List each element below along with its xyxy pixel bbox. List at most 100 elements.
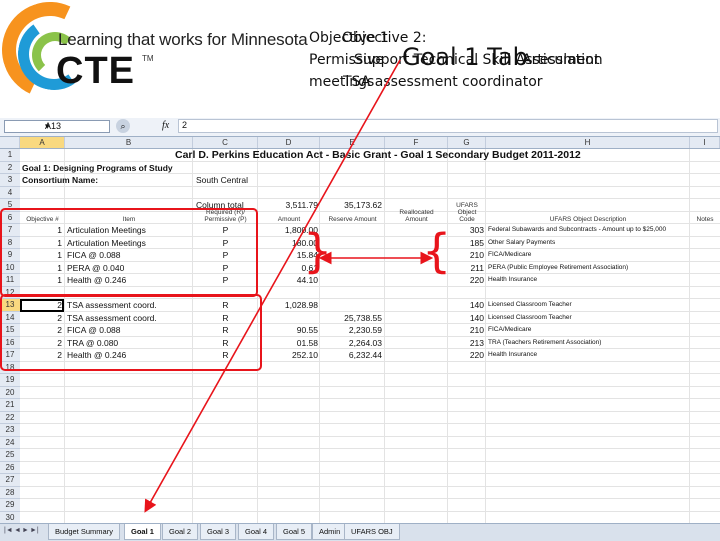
name-box[interactable]: A13 ▾ xyxy=(4,120,110,133)
goal-heading: Goal 1: Designing Programs of Study xyxy=(22,162,173,173)
sheet-tab-bar: |◄ ◄ ► ►| Budget Summary Goal 1 Goal 2 Goal 3 Go… xyxy=(0,523,720,541)
cell-reserve-amount: 2,230.59 xyxy=(348,325,382,335)
sheet-tab-budget-summary[interactable]: Budget Summary xyxy=(48,524,120,540)
column-header-h[interactable]: H xyxy=(486,137,690,148)
cte-logo: Learning that works for Minnesota CTE TM xyxy=(0,0,308,112)
brace-right: } xyxy=(303,224,333,278)
cell-ufars-description: PERA (Public Employee Retirement Associa… xyxy=(488,263,629,271)
cell-ufars-description: Licensed Classroom Teacher xyxy=(488,313,572,321)
cell-amount: 01.58 xyxy=(296,337,318,348)
formula-input[interactable]: 2 xyxy=(178,119,718,133)
row-header-28[interactable]: 28 xyxy=(0,486,20,499)
gridline xyxy=(20,385,720,387)
cell-ufars-code: 211 xyxy=(470,262,484,273)
row-header-26[interactable]: 26 xyxy=(0,461,20,474)
objective-1-highlight xyxy=(0,207,258,297)
column-total-amount: 3,511.79 xyxy=(285,200,318,210)
last-sheet-icon[interactable]: ►| xyxy=(30,527,39,534)
column-header-d[interactable]: D xyxy=(258,137,320,148)
cell-ufars-code: 303 xyxy=(469,225,484,235)
cell-reserve-amount: 25,738.55 xyxy=(344,312,382,323)
gridline xyxy=(20,423,720,424)
consortium-value: South Central xyxy=(196,175,248,185)
cell-grid[interactable]: 1 2 3 4 5 6 7 8 9 10 11 12 13 14 15 16 17 18 19 20 21 22 23 24 2… xyxy=(0,149,720,524)
gridline xyxy=(20,185,720,187)
row-header-25[interactable]: 25 xyxy=(0,449,20,462)
row-header-23[interactable]: 23 xyxy=(0,424,20,437)
cell-ufars-code: 210 xyxy=(469,325,484,335)
cell-ufars-description: FICA/Medicare xyxy=(488,251,532,258)
row-header-22[interactable]: 22 xyxy=(0,411,20,424)
column-header-e[interactable]: E xyxy=(320,137,385,148)
gridline xyxy=(20,435,720,437)
brace-left: { xyxy=(422,224,452,278)
cell-ufars-description: Federal Subawards and Subcontracts - Amo… xyxy=(488,226,667,233)
sheet-tab-ufars-obj[interactable]: UFARS OBJ xyxy=(344,524,400,540)
select-all-corner[interactable] xyxy=(0,137,20,148)
formula-bar: A13 ▾ ⌕ fx 2 xyxy=(0,118,720,137)
function-icon[interactable]: fx xyxy=(162,120,169,131)
next-sheet-icon[interactable]: ► xyxy=(22,527,29,534)
row-header-3[interactable]: 3 xyxy=(0,174,20,187)
gridline xyxy=(689,149,690,524)
logo-wordmark: CTE xyxy=(56,50,135,92)
gridline xyxy=(20,473,720,474)
column-header-f[interactable]: F xyxy=(385,137,448,148)
cell-ufars-code: 140 xyxy=(469,300,484,310)
cell-ufars-description: TRA (Teachers Retirement Association) xyxy=(488,338,602,346)
column-headers: ABCDEFGHI xyxy=(0,137,720,149)
gridline xyxy=(20,410,720,412)
header-notes: Notes xyxy=(696,216,714,223)
search-icon[interactable]: ⌕ xyxy=(116,119,130,133)
gridline xyxy=(20,398,720,399)
header-reallocated-amount: Reallocated Amount xyxy=(399,209,434,223)
column-header-i[interactable]: I xyxy=(690,137,720,148)
row-header-4[interactable]: 4 xyxy=(0,186,20,199)
cell-amount: 252.10 xyxy=(292,350,318,360)
cell-ufars-description: FICA/Medicare xyxy=(488,326,532,333)
first-sheet-icon[interactable]: |◄ xyxy=(4,527,13,534)
gridline xyxy=(20,373,720,374)
gridline xyxy=(20,498,720,499)
sheet-tab-goal-4[interactable]: Goal 4 xyxy=(238,524,275,540)
column-header-b[interactable]: B xyxy=(65,137,193,148)
cell-ufars-code: 210 xyxy=(469,250,484,260)
column-total-reserve: 35,173.62 xyxy=(344,200,382,210)
sheet-tab-admin[interactable]: Admin xyxy=(312,524,348,540)
chevron-down-icon[interactable]: ▾ xyxy=(45,121,107,132)
row-header-1[interactable]: 1 xyxy=(0,149,20,162)
spreadsheet-window: A13 ▾ ⌕ fx 2 ABCDEFGHI 1 2 3 4 5 6 7 8 9 10 11 12 13… xyxy=(0,118,720,541)
sheet-tab-goal-1[interactable]: Goal 1 xyxy=(124,524,161,540)
row-header-21[interactable]: 21 xyxy=(0,399,20,412)
gridline xyxy=(20,173,720,174)
tsa-coordinator-text: TSA assessment coordinator xyxy=(343,74,543,90)
gridline xyxy=(384,149,385,524)
logo-trademark: TM xyxy=(142,54,154,63)
cell-ufars-description: Licensed Classroom Teacher xyxy=(488,301,572,308)
column-header-g[interactable]: G xyxy=(448,137,486,148)
logo-tagline: Learning that works for Minnesota xyxy=(58,30,308,49)
cell-reserve-amount: 6,232.44 xyxy=(348,350,382,360)
row-header-29[interactable]: 29 xyxy=(0,499,20,512)
prev-sheet-icon[interactable]: ◄ xyxy=(14,527,21,534)
row-header-20[interactable]: 20 xyxy=(0,386,20,399)
sheet-tab-goal-2[interactable]: Goal 2 xyxy=(162,524,199,540)
row-header-27[interactable]: 27 xyxy=(0,474,20,487)
cell-ufars-code: 185 xyxy=(469,237,484,248)
cell-ufars-description: Health Insurance xyxy=(488,276,538,283)
gridline xyxy=(20,485,720,487)
row-header-2[interactable]: 2 xyxy=(0,161,20,174)
consortium-label: Consortium Name: xyxy=(22,175,99,185)
cell-ufars-description: Health Insurance xyxy=(488,351,538,358)
header-ufars-code: UFARS Object Code xyxy=(456,202,478,223)
cell-ufars-description: Other Salary Payments xyxy=(488,238,556,246)
column-header-a[interactable]: A xyxy=(20,137,65,148)
sheet-tab-goal-5[interactable]: Goal 5 xyxy=(276,524,313,540)
column-header-c[interactable]: C xyxy=(193,137,258,148)
articulation-text: Articulation xyxy=(522,52,603,68)
cell-reserve-amount: 2,264.03 xyxy=(348,337,382,348)
row-header-24[interactable]: 24 xyxy=(0,436,20,449)
cell-ufars-code: 220 xyxy=(469,350,484,360)
row-header-19[interactable]: 19 xyxy=(0,374,20,387)
sheet-tab-goal-3[interactable]: Goal 3 xyxy=(200,524,237,540)
